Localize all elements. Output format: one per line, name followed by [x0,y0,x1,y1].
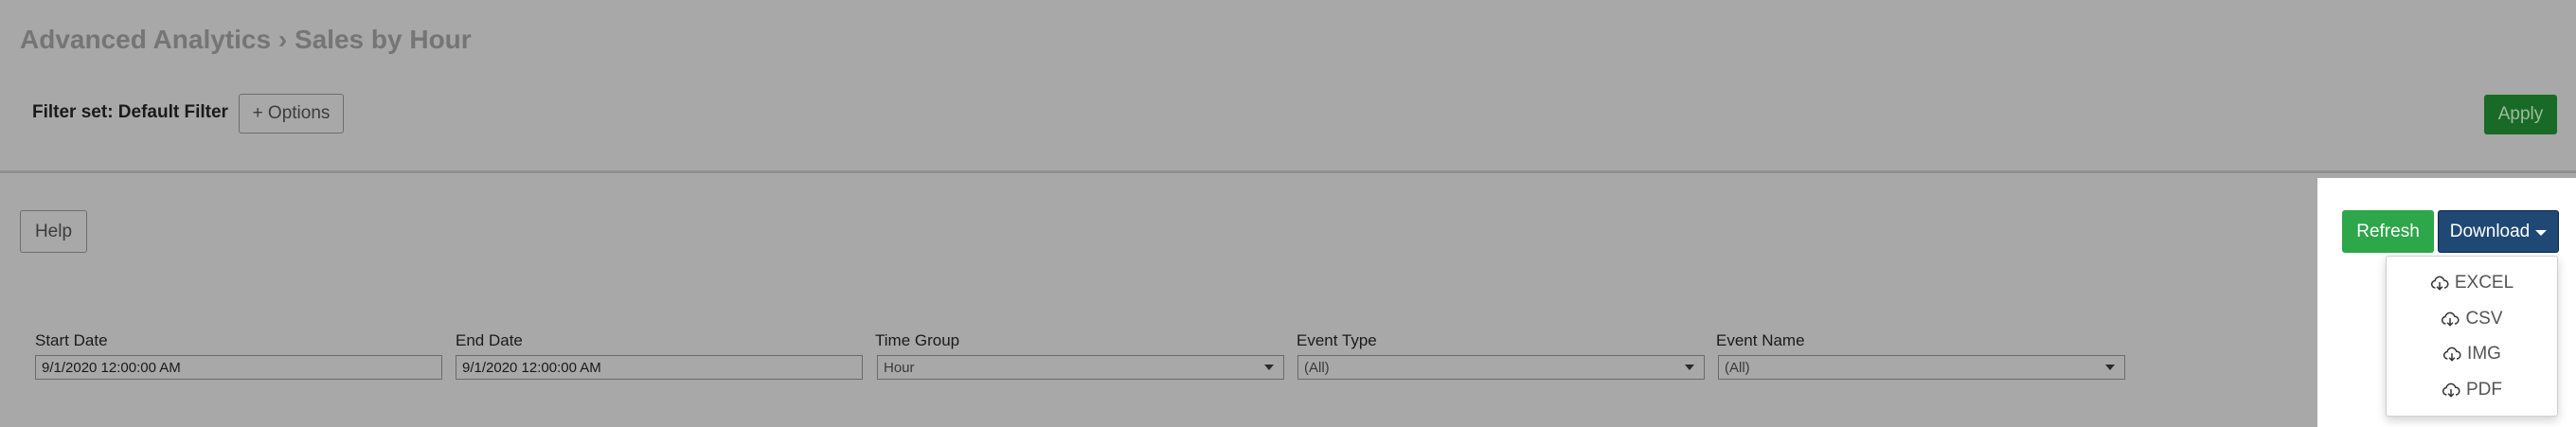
event-type-label: Event Type [1297,331,1377,349]
chevron-down-icon [1685,365,1694,370]
time-group-select[interactable]: Hour [877,355,1284,380]
menu-item-csv[interactable]: CSV [2387,304,2557,334]
end-date-value: 9/1/2020 12:00:00 AM [462,359,601,376]
refresh-button[interactable]: Refresh [2342,210,2434,253]
end-date-input[interactable]: 9/1/2020 12:00:00 AM [456,355,863,380]
event-name-value: (All) [1725,359,1750,376]
page-title: Advanced Analytics › Sales by Hour [20,25,472,54]
options-button[interactable]: + Options [239,94,344,133]
section-divider [0,170,2576,173]
start-date-input[interactable]: 9/1/2020 12:00:00 AM [35,355,442,380]
menu-item-excel[interactable]: EXCEL [2387,268,2557,298]
event-type-value: (All) [1304,359,1330,376]
menu-item-label: CSV [2465,309,2503,329]
time-group-value: Hour [884,359,915,376]
cloud-download-icon [2442,383,2460,398]
caret-down-icon [2535,230,2548,236]
menu-item-label: EXCEL [2454,273,2514,293]
event-name-select[interactable]: (All) [1718,355,2125,380]
cloud-download-icon [2442,347,2461,362]
help-button[interactable]: Help [20,210,87,253]
chevron-down-icon [1264,365,1274,370]
start-date-label: Start Date [35,331,108,349]
menu-item-pdf[interactable]: PDF [2387,375,2557,405]
cloud-download-icon [2430,276,2449,291]
event-type-select[interactable]: (All) [1297,355,1705,380]
end-date-label: End Date [456,331,523,349]
cloud-download-icon [2442,311,2460,327]
event-name-label: Event Name [1716,331,1805,349]
download-button-label: Download [2449,221,2531,241]
time-group-label: Time Group [875,331,960,349]
download-button[interactable]: Download [2438,210,2559,253]
menu-item-img[interactable]: IMG [2387,339,2557,369]
menu-item-label: IMG [2467,344,2501,364]
apply-button[interactable]: Apply [2484,95,2557,134]
download-menu: EXCEL CSV IMG PDF [2386,256,2558,417]
menu-item-label: PDF [2466,380,2502,400]
filter-set-label: Filter set: Default Filter [32,102,228,122]
start-date-value: 9/1/2020 12:00:00 AM [42,359,181,376]
chevron-down-icon [2105,365,2115,370]
